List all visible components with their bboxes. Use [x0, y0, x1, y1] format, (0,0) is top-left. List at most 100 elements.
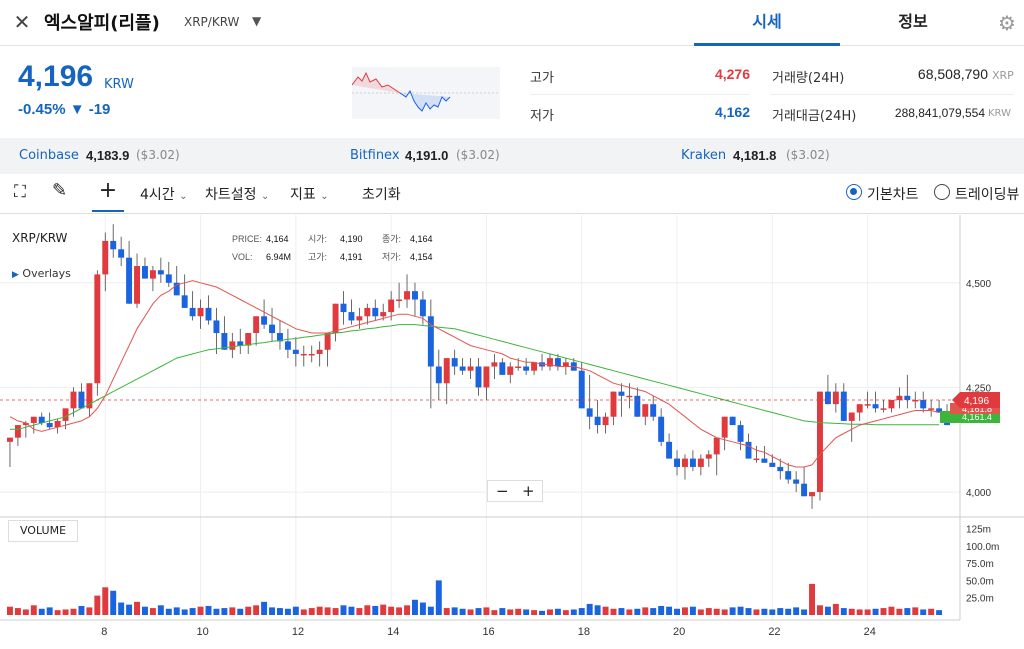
volume-bar	[14, 608, 21, 615]
volume-bar	[38, 608, 45, 615]
volume-bar	[284, 608, 291, 615]
candle-body	[14, 425, 21, 438]
candle-body	[928, 408, 935, 410]
change-percent: -0.45%	[18, 101, 66, 118]
interval-select[interactable]: 4시간 ⌄	[140, 184, 188, 204]
candle-body	[142, 266, 148, 279]
volume-bar	[102, 587, 109, 615]
close-icon[interactable]: ✕	[10, 10, 34, 34]
candle-body	[300, 353, 307, 356]
legend-value: 4,164	[266, 234, 289, 244]
exchange-name[interactable]: Coinbase	[19, 148, 79, 163]
volume-bar	[7, 606, 13, 615]
candle-body	[904, 395, 911, 400]
volume-bar	[761, 608, 768, 615]
x-tick-label: 24	[864, 626, 876, 638]
volume-bar	[737, 606, 744, 615]
radio-trading[interactable]	[934, 184, 950, 200]
volume-bar	[896, 608, 903, 615]
amount-value: 288,841,079,554	[894, 106, 985, 120]
crosshair-icon[interactable]: +	[92, 178, 124, 212]
candle-body	[856, 404, 863, 413]
volume-bar	[181, 609, 188, 615]
legend-key: 저가:	[382, 252, 402, 262]
volume-bar	[642, 607, 649, 615]
candle-body	[809, 492, 815, 497]
legend-value: 6.94M	[266, 252, 292, 262]
candle-body	[817, 391, 823, 493]
exchange-name[interactable]: Kraken	[681, 148, 726, 163]
exchange-usd: ($3.02)	[456, 148, 500, 162]
volume-bar	[213, 608, 220, 615]
overlays-toggle[interactable]: ▶ Overlays	[12, 267, 71, 280]
volume-bar	[277, 608, 283, 615]
volume-bar	[149, 608, 156, 615]
chevron-down-icon[interactable]: ▼	[252, 14, 261, 28]
legend-row: VOL: 6.94M 고가: 4,191 저가: 4,154	[232, 248, 433, 266]
volume-bar	[856, 609, 863, 615]
candle-body	[634, 395, 641, 417]
y-tick-label: 4,500	[966, 279, 991, 290]
volume-bar	[324, 607, 331, 615]
gear-icon[interactable]: ⚙	[998, 11, 1016, 35]
volume-bar	[753, 609, 760, 615]
pencil-icon[interactable]: ✎	[52, 180, 67, 201]
candle-body	[888, 399, 895, 409]
volume-bar	[78, 606, 85, 615]
fullscreen-icon[interactable]: ⛶	[14, 182, 26, 202]
volume-bar	[586, 603, 593, 615]
volume-bar	[658, 606, 665, 615]
zoom-controls: − +	[487, 480, 543, 502]
volume-bar	[62, 609, 69, 615]
volume-bar	[840, 608, 847, 615]
candle-body	[181, 295, 188, 308]
tradingview-label[interactable]: 트레이딩뷰	[955, 184, 1019, 204]
volume-bar	[713, 608, 720, 615]
amount-label: 거래대금(24H)	[772, 109, 857, 124]
x-tick-label: 22	[768, 626, 780, 638]
volume-bar	[261, 601, 268, 615]
radio-basic[interactable]	[846, 184, 862, 200]
volume-bar	[348, 606, 355, 615]
volume-bar	[269, 607, 275, 615]
chart-svg[interactable]: 4,5004,2504,000 8 10 12 14 16 18 20 22 24 125m 10…	[0, 215, 1024, 645]
volume-bar	[666, 606, 673, 615]
candle-body	[340, 303, 347, 313]
overlays-label: Overlays	[22, 267, 71, 280]
low-label: 저가	[530, 109, 554, 124]
candle-body	[427, 316, 434, 367]
x-tick-label: 18	[578, 626, 590, 638]
candle-body	[316, 349, 323, 354]
candle-body	[404, 291, 410, 300]
candle-body	[284, 341, 291, 350]
zoom-in-button[interactable]: +	[522, 481, 535, 501]
candle-body	[443, 358, 450, 384]
volume-bar	[134, 601, 140, 615]
volume-bar	[427, 606, 434, 615]
candle-body	[62, 408, 69, 421]
volume-bars	[7, 580, 943, 615]
candle-body	[94, 274, 101, 384]
candle-body	[189, 307, 196, 317]
volume-bar	[54, 610, 61, 615]
tab-info[interactable]: 정보	[840, 0, 986, 46]
exchange-name[interactable]: Bitfinex	[350, 148, 400, 163]
exchange-bar: Coinbase 4,183.9 ($3.02) Bitfinex 4,191.…	[0, 138, 1024, 174]
volume-bar	[936, 610, 943, 615]
reset-button[interactable]: 초기화	[362, 184, 401, 204]
basic-chart-label[interactable]: 기본차트	[867, 184, 919, 204]
chart-settings-select[interactable]: 차트설정 ⌄	[205, 184, 269, 204]
volume-bar	[674, 608, 680, 615]
price-chart[interactable]: 4,500 4,250 4,000 8 10 12 14 16 18 20 22 24 125m 10…	[0, 215, 1024, 645]
tab-quote[interactable]: 시세	[694, 0, 840, 46]
candle-body	[46, 423, 53, 428]
candle-body	[848, 412, 855, 421]
legend-key: VOL:	[232, 252, 253, 262]
volume-bar	[404, 605, 410, 615]
exchange-usd: ($3.02)	[136, 148, 180, 162]
zoom-out-button[interactable]: −	[496, 481, 509, 501]
volume-bar	[229, 607, 236, 615]
indicators-select[interactable]: 지표 ⌄	[290, 184, 329, 204]
candle-body	[308, 353, 315, 356]
volume-bar	[435, 580, 442, 615]
